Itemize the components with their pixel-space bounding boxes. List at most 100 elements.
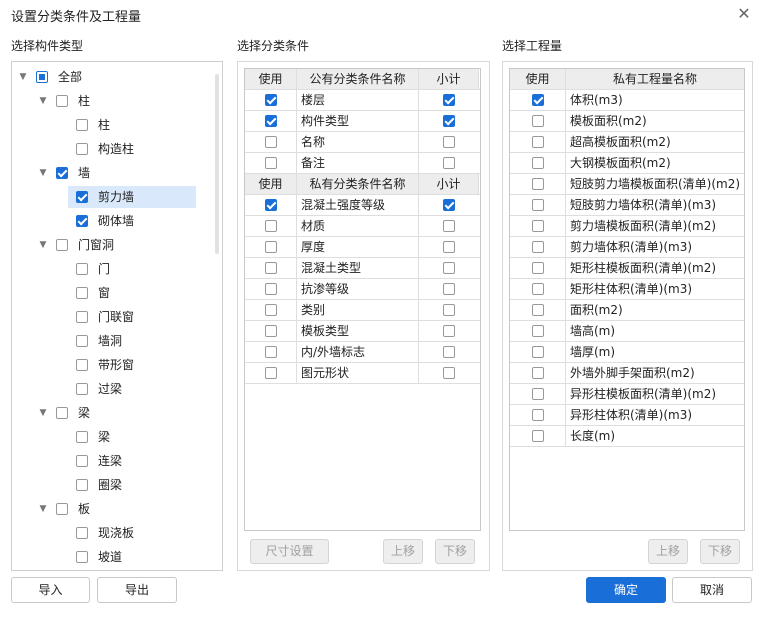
use-checkbox[interactable] [532, 157, 544, 169]
table-row[interactable]: 墙高(m) [510, 321, 744, 342]
use-checkbox[interactable] [532, 94, 544, 106]
use-checkbox[interactable] [265, 136, 277, 148]
tree-node[interactable]: 现浇板 [58, 523, 238, 543]
tree-node[interactable]: 剪力墙 [58, 187, 238, 207]
close-icon[interactable]: ✕ [736, 6, 752, 22]
use-checkbox[interactable] [532, 430, 544, 442]
table-row[interactable]: 矩形柱模板面积(清单)(m2) [510, 258, 744, 279]
table-row[interactable]: 剪力墙体积(清单)(m3) [510, 237, 744, 258]
table-row[interactable]: 矩形柱体积(清单)(m3) [510, 279, 744, 300]
export-button[interactable]: 导出 [97, 577, 177, 603]
table-row[interactable]: 异形柱体积(清单)(m3) [510, 405, 744, 426]
cancel-button[interactable]: 取消 [672, 577, 752, 603]
table-row[interactable]: 大钢模板面积(m2) [510, 153, 744, 174]
tree-checkbox[interactable] [76, 383, 88, 395]
subtotal-checkbox[interactable] [443, 283, 455, 295]
move-down-button[interactable]: 下移 [435, 539, 475, 564]
tree-node[interactable]: ▼ 柱 [38, 91, 218, 111]
size-settings-button[interactable]: 尺寸设置 [250, 539, 329, 564]
component-tree[interactable]: ▼ 全部 ▼ 柱柱构造柱 ▼ 墙剪力墙 砌体墙 ▼ 门窗洞门窗门联窗 墙洞 带形窗 过梁 ▼ 梁梁连梁 圈梁… [11, 61, 223, 571]
tree-node[interactable]: 坡道 [58, 547, 238, 567]
use-checkbox[interactable] [532, 115, 544, 127]
tree-node[interactable]: 墙洞 [58, 331, 238, 351]
tree-node[interactable]: ▼ 门窗洞 [38, 235, 218, 255]
use-checkbox[interactable] [532, 367, 544, 379]
use-checkbox[interactable] [532, 325, 544, 337]
table-row[interactable]: 短肢剪力墙模板面积(清单)(m2) [510, 174, 744, 195]
tree-checkbox[interactable] [56, 95, 68, 107]
tree-checkbox[interactable] [56, 167, 68, 179]
table-row[interactable]: 名称 [245, 132, 480, 153]
tree-node[interactable]: 窗 [58, 283, 238, 303]
collapse-arrow-icon[interactable]: ▼ [38, 403, 48, 423]
tree-checkbox[interactable] [76, 551, 88, 563]
table-row[interactable]: 外墙外脚手架面积(m2) [510, 363, 744, 384]
subtotal-checkbox[interactable] [443, 367, 455, 379]
table-row[interactable]: 类别 [245, 300, 480, 321]
table-row[interactable]: 面积(m2) [510, 300, 744, 321]
use-checkbox[interactable] [532, 409, 544, 421]
move-up-button[interactable]: 上移 [383, 539, 423, 564]
tree-node[interactable]: ▼ 梁 [38, 403, 218, 423]
tree-node[interactable]: 梁 [58, 427, 238, 447]
subtotal-checkbox[interactable] [443, 304, 455, 316]
use-checkbox[interactable] [265, 241, 277, 253]
use-checkbox[interactable] [265, 220, 277, 232]
table-row[interactable]: 异形柱模板面积(清单)(m2) [510, 384, 744, 405]
subtotal-checkbox[interactable] [443, 199, 455, 211]
tree-checkbox[interactable] [76, 191, 88, 203]
tree-checkbox[interactable] [76, 287, 88, 299]
table-row[interactable]: 混凝土类型 [245, 258, 480, 279]
use-checkbox[interactable] [265, 367, 277, 379]
subtotal-checkbox[interactable] [443, 157, 455, 169]
tree-node[interactable]: 圈梁 [58, 475, 238, 495]
table-row[interactable]: 模板类型 [245, 321, 480, 342]
tree-node[interactable]: 带形窗 [58, 355, 238, 375]
use-checkbox[interactable] [532, 262, 544, 274]
subtotal-checkbox[interactable] [443, 136, 455, 148]
tree-checkbox[interactable] [76, 215, 88, 227]
subtotal-checkbox[interactable] [443, 325, 455, 337]
tree-node[interactable]: 门联窗 [58, 307, 238, 327]
collapse-arrow-icon[interactable]: ▼ [38, 91, 48, 111]
tree-checkbox[interactable] [76, 119, 88, 131]
table-row[interactable]: 长度(m) [510, 426, 744, 447]
tree-checkbox[interactable] [76, 431, 88, 443]
tree-node[interactable]: 砌体墙 [58, 211, 238, 231]
subtotal-checkbox[interactable] [443, 220, 455, 232]
use-checkbox[interactable] [532, 220, 544, 232]
subtotal-checkbox[interactable] [443, 94, 455, 106]
tree-node[interactable]: 构造柱 [58, 139, 238, 159]
table-row[interactable]: 剪力墙模板面积(清单)(m2) [510, 216, 744, 237]
use-checkbox[interactable] [265, 199, 277, 211]
table-row[interactable]: 墙厚(m) [510, 342, 744, 363]
tree-checkbox[interactable] [56, 239, 68, 251]
use-checkbox[interactable] [532, 283, 544, 295]
use-checkbox[interactable] [532, 346, 544, 358]
table-row[interactable]: 图元形状 [245, 363, 480, 384]
import-button[interactable]: 导入 [11, 577, 90, 603]
ok-button[interactable]: 确定 [586, 577, 666, 603]
tree-node[interactable]: ▼ 板 [38, 499, 218, 519]
tree-checkbox[interactable] [76, 143, 88, 155]
table-row[interactable]: 厚度 [245, 237, 480, 258]
table-row[interactable]: 模板面积(m2) [510, 111, 744, 132]
use-checkbox[interactable] [265, 262, 277, 274]
use-checkbox[interactable] [265, 115, 277, 127]
use-checkbox[interactable] [265, 325, 277, 337]
use-checkbox[interactable] [532, 388, 544, 400]
use-checkbox[interactable] [532, 241, 544, 253]
collapse-arrow-icon[interactable]: ▼ [18, 67, 28, 87]
tree-checkbox[interactable] [76, 527, 88, 539]
use-checkbox[interactable] [532, 136, 544, 148]
tree-checkbox[interactable] [56, 407, 68, 419]
table-row[interactable]: 混凝土强度等级 [245, 195, 480, 216]
tree-node[interactable]: ▼ 全部 [18, 67, 198, 87]
use-checkbox[interactable] [265, 157, 277, 169]
table-row[interactable]: 抗渗等级 [245, 279, 480, 300]
subtotal-checkbox[interactable] [443, 346, 455, 358]
subtotal-checkbox[interactable] [443, 262, 455, 274]
quantity-move-down-button[interactable]: 下移 [700, 539, 740, 564]
tree-checkbox[interactable] [36, 71, 48, 83]
tree-checkbox[interactable] [76, 263, 88, 275]
